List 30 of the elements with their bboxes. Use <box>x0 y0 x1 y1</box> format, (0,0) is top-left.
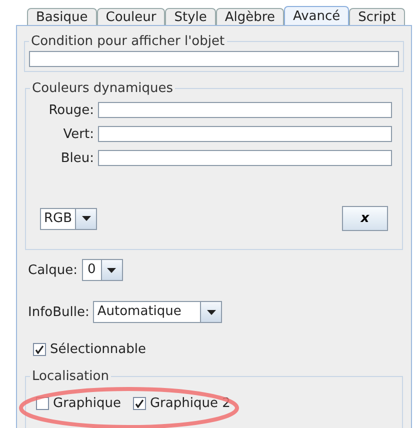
checkbox[interactable] <box>132 397 146 410</box>
tab[interactable]: Algèbre <box>216 8 284 25</box>
layer-dropdown[interactable]: 0 <box>82 259 123 281</box>
condition-field[interactable] <box>29 51 399 67</box>
tooltip-label: InfoBulle: <box>28 304 90 320</box>
dropdown-arrow-icon <box>82 216 91 221</box>
clear-button[interactable]: x <box>342 206 388 231</box>
checkbox[interactable] <box>33 343 46 356</box>
tab[interactable]: Style <box>165 8 216 25</box>
tab[interactable]: Basique <box>27 8 97 25</box>
tab[interactable]: Couleur <box>96 8 166 25</box>
mode-dropdown[interactable]: RGB <box>40 208 98 230</box>
field-label: Vert: <box>62 126 94 142</box>
checkbox-label: Graphique <box>53 396 121 411</box>
dropdown-arrow-icon <box>107 268 116 272</box>
color-field[interactable] <box>98 126 392 142</box>
tab[interactable]: Script <box>349 8 405 25</box>
field-label: Bleu: <box>60 150 94 166</box>
layer-label: Calque: <box>28 262 78 278</box>
color-field[interactable] <box>98 102 392 118</box>
group-title: Condition pour afficher l'objet <box>30 34 226 49</box>
group-title: Localisation <box>31 369 110 384</box>
group-title: Couleurs dynamiques <box>31 81 174 96</box>
checkbox-label: Graphique 2 <box>150 396 230 411</box>
color-field[interactable] <box>98 150 392 166</box>
dropdown-arrow-icon <box>206 310 216 314</box>
checkbox-label: Sélectionnable <box>50 342 146 357</box>
tab[interactable]: Avancé <box>284 6 350 25</box>
tooltip-dropdown[interactable]: Automatique <box>93 301 222 323</box>
field-label: Rouge: <box>48 102 94 118</box>
